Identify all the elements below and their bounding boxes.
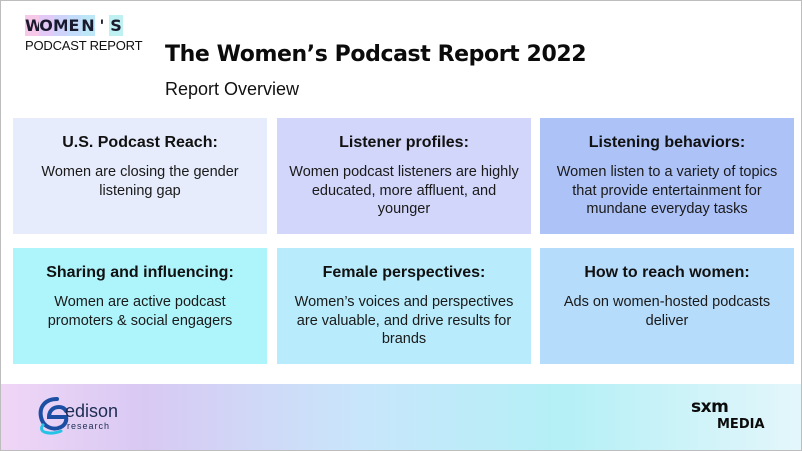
card-heading: How to reach women: [584, 264, 750, 281]
card-listening-behaviors: Listening behaviors: Women listen to a v… [540, 118, 794, 234]
card-heading: Sharing and influencing: [46, 264, 234, 281]
edison-wordmark: edison [65, 401, 119, 421]
card-heading: Listener profiles: [339, 134, 469, 151]
logo-wordmark: W O M E N ' S [25, 15, 137, 36]
sxm-logo: sxm [691, 397, 729, 417]
card-sharing-and-influencing: Sharing and influencing: Women are activ… [13, 248, 267, 364]
sxm-media-label: MEDIA [717, 417, 765, 432]
card-body: Women’s voices and perspectives are valu… [294, 294, 514, 347]
page-title: The Women’s Podcast Report 2022 [165, 42, 587, 67]
logo-letter: M [53, 15, 69, 36]
card-body: Women are active podcast promoters & soc… [47, 294, 233, 329]
card-female-perspectives: Female perspectives: Women’s voices and … [277, 248, 531, 364]
card-body: Women are closing the gender listening g… [41, 164, 239, 199]
logo-letter: E [67, 15, 81, 36]
card-how-to-reach-women: How to reach women: Ads on women-hosted … [540, 248, 794, 364]
womens-podcast-report-logo: W O M E N ' S PODCAST REPORT [25, 15, 143, 53]
logo-subtitle: PODCAST REPORT [25, 38, 143, 53]
card-listener-profiles: Listener profiles: Women podcast listene… [277, 118, 531, 234]
card-body: Women podcast listeners are highly educa… [289, 164, 519, 217]
card-us-podcast-reach: U.S. Podcast Reach: Women are closing th… [13, 118, 267, 234]
page-subtitle: Report Overview [165, 79, 300, 99]
edison-tagline: research [67, 421, 111, 431]
card-heading: Female perspectives: [322, 264, 486, 281]
logo-letter: O [39, 15, 53, 36]
slide: W O M E N ' S PODCAST REPORT The Women’s… [0, 0, 802, 451]
logo-letter: S [109, 15, 123, 36]
card-heading: U.S. Podcast Reach: [62, 134, 218, 151]
card-body: Ads on women-hosted podcasts deliver [563, 294, 771, 329]
logo-letter: ' [95, 15, 109, 36]
card-body: Women listen to a variety of topics that… [556, 164, 778, 217]
logo-letter: N [81, 15, 95, 36]
card-heading: Listening behaviors: [588, 134, 746, 151]
logo-letter: W [25, 15, 43, 36]
